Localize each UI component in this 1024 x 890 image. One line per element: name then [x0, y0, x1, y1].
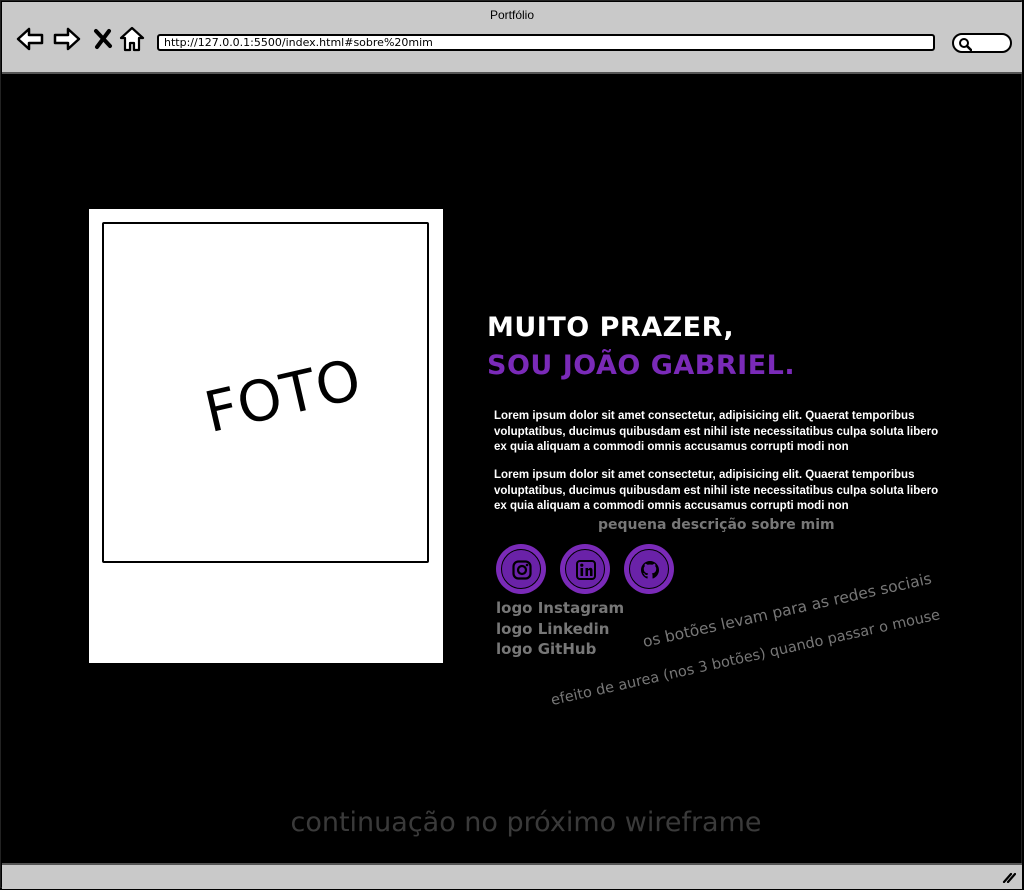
- title-line-1: MUITO PRAZER,: [487, 312, 735, 343]
- photo-label: FOTO: [198, 346, 368, 447]
- search-field[interactable]: [952, 33, 1012, 53]
- close-x-icon[interactable]: [92, 26, 114, 52]
- github-button-ring: [629, 549, 669, 589]
- github-button[interactable]: [624, 544, 674, 594]
- photo-card: FOTO: [89, 209, 443, 663]
- instagram-button-ring: [501, 549, 541, 589]
- search-icon: [959, 38, 972, 51]
- about-paragraph-1: Lorem ipsum dolor sit amet consectetur, …: [494, 410, 939, 453]
- address-bar[interactable]: http://127.0.0.1:5500/index.html#sobre%2…: [157, 34, 935, 51]
- linkedin-button-ring: [565, 549, 605, 589]
- linkedin-logo-label: logo Linkedin: [496, 620, 610, 638]
- resize-grip-icon[interactable]: [1002, 871, 1016, 883]
- github-icon: [641, 561, 659, 579]
- photo-placeholder: FOTO: [102, 222, 429, 563]
- instagram-icon: [512, 560, 532, 580]
- social-links-note: os botões levam para as redes sociais: [641, 569, 934, 651]
- continuation-note: continuação no próximo wireframe: [290, 807, 762, 838]
- linkedin-button[interactable]: [560, 544, 610, 594]
- instagram-logo-label: logo Instagram: [496, 599, 625, 617]
- linkedin-icon: [576, 560, 596, 580]
- forward-arrow-icon[interactable]: [53, 26, 81, 52]
- back-arrow-icon[interactable]: [16, 26, 44, 52]
- instagram-button[interactable]: [496, 544, 546, 594]
- page-title: MUITO PRAZER, SOU JOÃO GABRIEL.: [487, 309, 795, 385]
- github-logo-label: logo GitHub: [496, 640, 597, 658]
- browser-titlebar: Portfólio http://127.0.0.1:5500/index.ht…: [2, 2, 1022, 74]
- description-note: pequena descrição sobre mim: [598, 517, 835, 533]
- title-line-2: SOU JOÃO GABRIEL.: [487, 350, 796, 381]
- browser-window: Portfólio http://127.0.0.1:5500/index.ht…: [0, 0, 1022, 889]
- window-title: Portfólio: [489, 8, 535, 22]
- about-paragraph-2: Lorem ipsum dolor sit amet consectetur, …: [494, 469, 939, 512]
- home-icon[interactable]: [119, 26, 145, 52]
- browser-statusbar: [2, 863, 1022, 889]
